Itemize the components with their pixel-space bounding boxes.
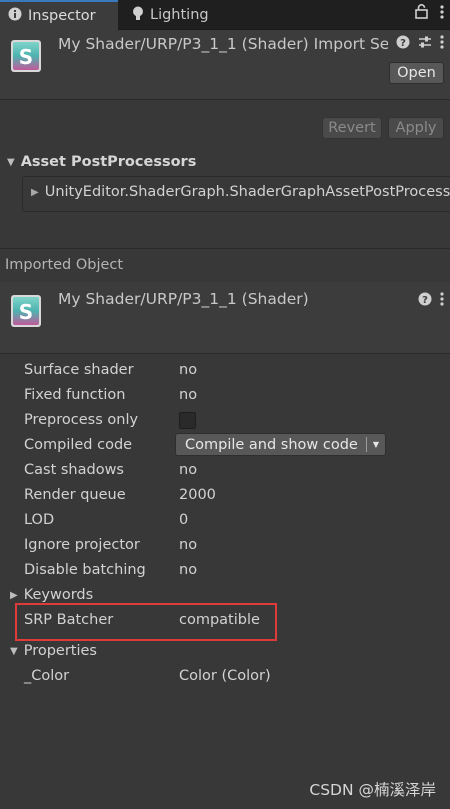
tabbar-controls	[415, 4, 444, 23]
lod-value: 0	[179, 512, 189, 528]
preprocess-only-label: Preprocess only	[24, 412, 139, 428]
preprocess-only-checkbox[interactable]	[179, 412, 196, 429]
preset-icon[interactable]	[418, 35, 432, 53]
foldout-collapsed-icon: ▶	[31, 186, 39, 198]
shader-graph-icon: S	[10, 294, 42, 328]
keywords-label: Keywords	[23, 587, 94, 603]
asset-postprocessors-label: Asset PostProcessors	[20, 154, 197, 170]
more-icon[interactable]	[440, 35, 444, 53]
svg-text:S: S	[19, 300, 33, 324]
cast-shadows-label: Cast shadows	[24, 462, 124, 478]
open-button[interactable]: Open	[389, 62, 444, 84]
foldout-expanded-icon: ▼	[10, 645, 18, 657]
imported-object-label: Imported Object	[5, 257, 124, 273]
svg-text:?: ?	[422, 295, 428, 306]
lod-label: LOD	[24, 512, 55, 528]
more-icon[interactable]	[440, 4, 444, 23]
properties-foldout[interactable]: ▼ Properties	[10, 643, 97, 659]
color-property-label: _Color	[24, 668, 70, 684]
imported-object-title: My Shader/URP/P3_1_1 (Shader)	[58, 290, 309, 308]
shader-graph-icon: S	[10, 39, 42, 73]
tab-lighting[interactable]: Lighting	[124, 0, 244, 30]
surface-shader-label: Surface shader	[24, 362, 134, 378]
surface-shader-value: no	[179, 362, 198, 378]
apply-button[interactable]: Apply	[388, 117, 444, 139]
divider	[0, 248, 450, 249]
disable-batching-value: no	[179, 562, 198, 578]
compile-and-show-code-button[interactable]: Compile and show code ▼	[175, 433, 386, 456]
srp-batcher-label: SRP Batcher	[24, 612, 114, 628]
lock-icon[interactable]	[415, 4, 428, 23]
disable-batching-label: Disable batching	[24, 562, 146, 578]
compile-button-label: Compile and show code	[185, 436, 358, 453]
imported-object-header: S My Shader/URP/P3_1_1 (Shader) ?	[0, 282, 450, 354]
import-settings-title: My Shader/URP/P3_1_1 (Shader) Import Se	[58, 35, 388, 53]
cast-shadows-value: no	[179, 462, 198, 478]
import-settings-header: S My Shader/URP/P3_1_1 (Shader) Import S…	[0, 30, 450, 100]
fixed-function-value: no	[179, 387, 198, 403]
ignore-projector-label: Ignore projector	[24, 537, 140, 553]
properties-label: Properties	[23, 643, 97, 659]
postprocessor-item-label: UnityEditor.ShaderGraph.ShaderGraphAsset…	[44, 184, 450, 200]
postprocessors-list: ▶ UnityEditor.ShaderGraph.ShaderGraphAss…	[22, 176, 450, 212]
asset-postprocessors-foldout[interactable]: ▼ Asset PostProcessors	[7, 154, 196, 170]
tab-inspector[interactable]: Inspector	[0, 0, 118, 30]
fixed-function-label: Fixed function	[24, 387, 126, 403]
help-icon[interactable]: ?	[396, 35, 410, 53]
watermark: CSDN @楠溪泽岸	[309, 781, 436, 799]
tab-lighting-label: Lighting	[150, 7, 209, 23]
dropdown-arrow-icon[interactable]: ▼	[367, 440, 385, 449]
imported-object-icons: ?	[418, 292, 444, 310]
svg-text:S: S	[19, 45, 33, 69]
info-icon	[8, 7, 22, 25]
color-property-value: Color (Color)	[179, 668, 271, 684]
srp-batcher-value: compatible	[179, 612, 260, 628]
foldout-collapsed-icon: ▶	[10, 589, 18, 601]
render-queue-value: 2000	[179, 487, 216, 503]
lightbulb-icon	[132, 6, 144, 25]
render-queue-label: Render queue	[24, 487, 126, 503]
svg-text:?: ?	[400, 38, 406, 49]
keywords-foldout[interactable]: ▶ Keywords	[10, 587, 93, 603]
tab-bar: Inspector Lighting	[0, 0, 450, 30]
header-icons: ?	[396, 35, 444, 53]
help-icon[interactable]: ?	[418, 292, 432, 310]
more-icon[interactable]	[440, 292, 444, 310]
tab-inspector-label: Inspector	[28, 8, 96, 24]
ignore-projector-value: no	[179, 537, 198, 553]
compiled-code-label: Compiled code	[24, 437, 133, 453]
foldout-expanded-icon: ▼	[7, 156, 15, 168]
revert-button[interactable]: Revert	[322, 117, 382, 139]
postprocessor-item[interactable]: ▶ UnityEditor.ShaderGraph.ShaderGraphAss…	[31, 184, 450, 200]
